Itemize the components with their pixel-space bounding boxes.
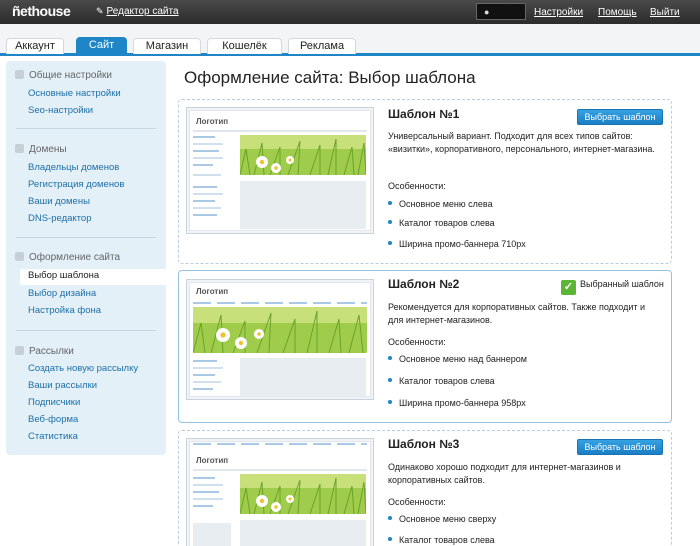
selected-template-badge: ✓ Выбранный шаблон: [561, 279, 664, 295]
sidebar-item-background[interactable]: Настройка фона: [28, 305, 101, 316]
pencil-icon: ✎: [96, 6, 104, 16]
feature-item: Ширина промо-баннера 710px: [388, 239, 526, 249]
tab-ads[interactable]: Реклама: [288, 38, 356, 54]
sidebar-section-title: Рассылки: [29, 346, 74, 357]
divider: [16, 128, 156, 129]
feature-item: Основное меню сверху: [388, 514, 496, 524]
sidebar: Общие настройки Основные настройки Seo-н…: [6, 61, 166, 455]
feature-item: Ширина промо-баннера 958px: [388, 398, 526, 408]
sidebar-item-design-select[interactable]: Выбор дизайна: [28, 288, 96, 299]
sidebar-item-new-mailing[interactable]: Создать новую рассылку: [28, 363, 138, 374]
mail-icon: [15, 346, 24, 355]
choose-template-button[interactable]: Выбрать шаблон: [577, 439, 663, 455]
template-thumbnail[interactable]: Логотип: [186, 438, 374, 546]
sidebar-section-domains: Домены: [15, 144, 67, 155]
logo[interactable]: ñethouse: [12, 3, 71, 19]
feature-item: Каталог товаров слева: [388, 535, 495, 545]
template-title: Шаблон №1: [388, 107, 460, 121]
sidebar-item-statistics[interactable]: Статистика: [28, 431, 78, 442]
sidebar-item-your-mailings[interactable]: Ваши рассылки: [28, 380, 97, 391]
settings-icon: [15, 70, 24, 79]
tab-account[interactable]: Аккаунт: [6, 38, 64, 54]
settings-link[interactable]: Настройки: [534, 7, 583, 18]
banner-image: [193, 307, 367, 353]
template-thumbnail[interactable]: Логотип: [186, 107, 374, 234]
site-editor-link[interactable]: ✎ Редактор сайта: [96, 6, 179, 17]
domain-icon: [15, 144, 24, 153]
template-card-2: Логотип Шаблон №2 ✓ Выбранный шаблон Реко…: [178, 270, 672, 423]
template-card-3: Логотип Шаблон №3 Выбрать шаблон Одинако…: [178, 430, 672, 546]
sidebar-item-your-domains[interactable]: Ваши домены: [28, 196, 90, 207]
selected-template-label: Выбранный шаблон: [580, 279, 664, 289]
sidebar-section-title: Общие настройки: [29, 70, 112, 81]
divider: [16, 330, 156, 331]
features-label: Особенности:: [388, 181, 446, 191]
thumbnail-logo: Логотип: [196, 117, 229, 126]
sidebar-section-general: Общие настройки: [15, 70, 112, 81]
feature-item: Основное меню над баннером: [388, 354, 527, 364]
help-link[interactable]: Помощь: [598, 7, 637, 18]
sidebar-item-subscribers[interactable]: Подписчики: [28, 397, 80, 408]
page-title: Оформление сайта: Выбор шаблона: [184, 68, 476, 87]
sidebar-section-title: Оформление сайта: [29, 252, 121, 263]
feature-item: Каталог товаров слева: [388, 376, 495, 386]
user-icon: ●: [484, 7, 490, 17]
sidebar-section-design: Оформление сайта: [15, 252, 120, 263]
user-account-box[interactable]: ●: [476, 3, 526, 20]
sidebar-section-title: Домены: [29, 144, 67, 155]
features-label: Особенности:: [388, 337, 446, 347]
banner-image: [240, 474, 366, 514]
template-description: Рекомендуется для корпоративных сайтов. …: [388, 302, 646, 325]
sidebar-item-main-settings[interactable]: Основные настройки: [28, 88, 121, 99]
template-card-1: Логотип Шаблон №1 Выбрать шаблон Универс…: [178, 99, 672, 264]
template-description: Одинаково хорошо подходит для интернет-м…: [388, 462, 621, 485]
main-tabs: Аккаунт Сайт Магазин Кошелёк Реклама: [0, 24, 700, 56]
tab-wallet[interactable]: Кошелёк: [207, 38, 282, 54]
choose-template-button[interactable]: Выбрать шаблон: [577, 109, 663, 125]
divider: [16, 237, 156, 238]
template-title: Шаблон №2: [388, 277, 460, 291]
template-thumbnail[interactable]: Логотип: [186, 279, 374, 400]
top-bar: ñethouse ✎ Редактор сайта ● Настройки Пом…: [0, 0, 700, 24]
design-icon: [15, 252, 24, 261]
features-label: Особенности:: [388, 497, 446, 507]
tab-site[interactable]: Сайт: [76, 37, 127, 56]
feature-item: Каталог товаров слева: [388, 218, 495, 228]
sidebar-item-web-form[interactable]: Веб-форма: [28, 414, 78, 425]
sidebar-item-dns-editor[interactable]: DNS-редактор: [28, 213, 91, 224]
sidebar-item-template-select[interactable]: Выбор шаблона: [20, 269, 166, 285]
template-description: Универсальный вариант. Подходит для всех…: [388, 131, 655, 154]
feature-item: Основное меню слева: [388, 199, 493, 209]
site-editor-label: Редактор сайта: [106, 6, 179, 17]
sidebar-section-mailings: Рассылки: [15, 346, 74, 357]
sidebar-item-domain-registration[interactable]: Регистрация доменов: [28, 179, 124, 190]
thumbnail-logo: Логотип: [196, 287, 229, 296]
sidebar-item-domain-owners[interactable]: Владельцы доменов: [28, 162, 119, 173]
banner-image: [240, 135, 366, 175]
logout-link[interactable]: Выйти: [650, 7, 680, 18]
sidebar-item-seo[interactable]: Seo-настройки: [28, 105, 93, 116]
template-title: Шаблон №3: [388, 437, 460, 451]
checkmark-icon: ✓: [561, 280, 576, 295]
thumbnail-logo: Логотип: [196, 456, 229, 465]
tab-shop[interactable]: Магазин: [133, 38, 201, 54]
